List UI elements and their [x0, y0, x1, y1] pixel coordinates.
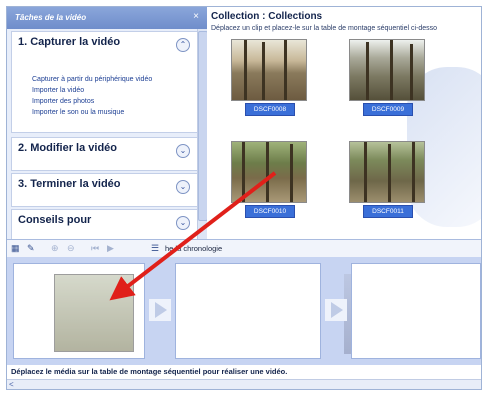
chevron-down-icon[interactable]: ⌄: [176, 180, 190, 194]
section-tips: Conseils pour ⌄: [11, 209, 199, 239]
section-capture-video: 1. Capturer la vidéo ⌃ Capturer à partir…: [11, 31, 199, 133]
video-tasks-pane: Tâches de la vidéo × 1. Capturer la vidé…: [7, 7, 207, 239]
clip-image[interactable]: [231, 141, 307, 203]
section-title[interactable]: 3. Terminer la vidéo: [18, 178, 138, 190]
clip-thumbnail[interactable]: DSCF0010: [231, 141, 307, 223]
chevron-down-icon[interactable]: ⌄: [176, 216, 190, 230]
section-title[interactable]: Conseils pour: [18, 214, 138, 226]
clip-label[interactable]: DSCF0009: [363, 103, 413, 116]
movie-maker-window: Tâches de la vidéo × 1. Capturer la vidé…: [6, 6, 482, 390]
clip-image[interactable]: [349, 141, 425, 203]
dragged-clip-preview: [54, 274, 134, 352]
close-icon[interactable]: ×: [193, 11, 199, 22]
storyboard-cell[interactable]: [13, 263, 145, 359]
clip-label[interactable]: DSCF0011: [363, 205, 413, 218]
storyboard-icon[interactable]: ▦: [11, 243, 20, 254]
link-capture-from-device[interactable]: Capturer à partir du périphérique vidéo: [32, 76, 152, 83]
collection-instructions: Déplacez un clip et placez-le sur la tab…: [211, 25, 438, 32]
show-timeline-button[interactable]: he la chronologie: [165, 244, 222, 253]
section-edit-video: 2. Modifier la vidéo ⌄: [11, 137, 199, 171]
transition-arrow-icon: [325, 299, 347, 321]
scrollbar-thumb[interactable]: [198, 31, 207, 221]
clip-image[interactable]: [349, 39, 425, 101]
storyboard-toolbar: ▦ ✎ ⊕ ⊖ ⏮ ▶ ☰ he la chronologie: [7, 239, 481, 259]
clip-image[interactable]: [231, 39, 307, 101]
rewind-icon[interactable]: ⏮: [91, 243, 99, 254]
storyboard-cell[interactable]: [175, 263, 372, 359]
scroll-left-icon[interactable]: <: [9, 380, 14, 389]
link-import-photos[interactable]: Importer des photos: [32, 98, 94, 105]
link-import-audio[interactable]: Importer le son ou la musique: [32, 109, 124, 116]
storyboard-strip: [7, 257, 481, 365]
section-title[interactable]: 1. Capturer la vidéo: [18, 36, 138, 48]
horizontal-scrollbar[interactable]: <: [7, 379, 481, 389]
task-pane-title: Tâches de la vidéo: [15, 13, 87, 22]
collection-area: Collection : Collections Déplacez un cli…: [207, 7, 481, 239]
status-bar: Déplacez le média sur la table de montag…: [7, 365, 481, 379]
transition-arrow-icon: [149, 299, 171, 321]
collection-title: Collection : Collections: [211, 11, 323, 22]
section-title[interactable]: 2. Modifier la vidéo: [18, 142, 138, 154]
zoom-in-icon[interactable]: ⊕: [51, 243, 59, 254]
clip-label[interactable]: DSCF0010: [245, 205, 295, 218]
clip-thumbnail[interactable]: DSCF0008: [231, 39, 307, 121]
storyboard-hint: Déplacez le média sur la table de montag…: [11, 367, 288, 376]
timeline-toggle-icon[interactable]: ☰: [151, 243, 159, 254]
storyboard-cell[interactable]: [351, 263, 481, 359]
narration-icon[interactable]: ✎: [27, 243, 35, 254]
chevron-down-icon[interactable]: ⌄: [176, 144, 190, 158]
chevron-up-icon[interactable]: ⌃: [176, 38, 190, 52]
clip-thumbnail[interactable]: DSCF0009: [349, 39, 425, 121]
section-finish-video: 3. Terminer la vidéo ⌄: [11, 173, 199, 207]
clip-thumbnail[interactable]: DSCF0011: [349, 141, 425, 223]
play-icon[interactable]: ▶: [107, 243, 114, 254]
zoom-out-icon[interactable]: ⊖: [67, 243, 75, 254]
clip-label[interactable]: DSCF0008: [245, 103, 295, 116]
link-import-video[interactable]: Importer la vidéo: [32, 87, 84, 94]
task-pane-header: Tâches de la vidéo ×: [7, 7, 207, 29]
